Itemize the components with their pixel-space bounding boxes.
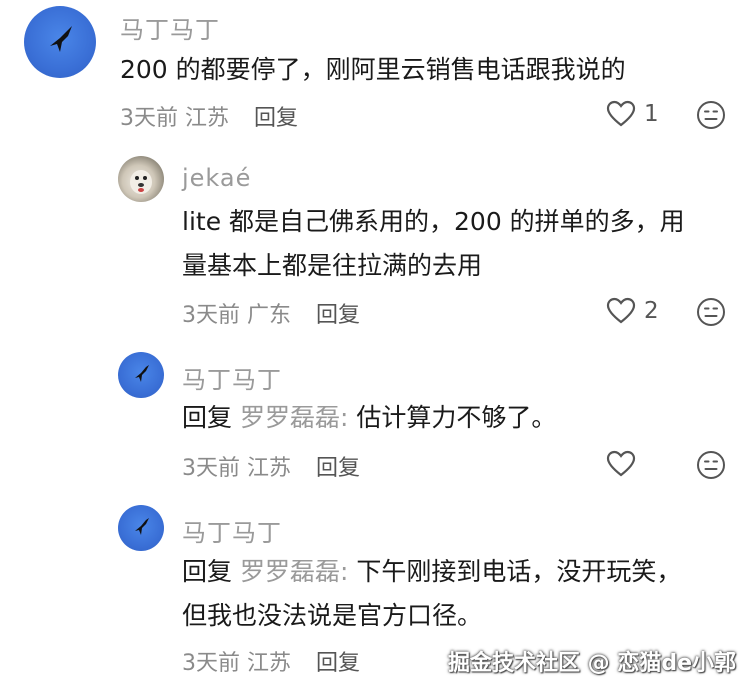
emoji-button[interactable] <box>696 100 726 130</box>
comment-meta: 3天前 江苏 回复 <box>120 100 298 132</box>
reply-prefix: 回复 <box>182 557 233 586</box>
comment-text-line: 回复 罗罗磊磊: 估计算力不够了。 <box>182 396 556 440</box>
like-button[interactable] <box>606 450 644 478</box>
comment-meta: 3天前 广东 回复 <box>182 297 360 329</box>
comment-text-line: 回复 罗罗磊磊: 下午刚接到电话，没开玩笑， <box>182 550 681 594</box>
comment-text-line: lite 都是自己佛系用的，200 的拼单的多，用 <box>182 207 685 236</box>
reply-button[interactable]: 回复 <box>316 303 360 328</box>
watermark: 掘金技术社区 @ 恋猫de小郭 <box>448 651 736 676</box>
comment-date: 3天前 <box>182 456 240 481</box>
comment-text: 回复 罗罗磊磊: 下午刚接到电话，没开玩笑， 但我也没法说是官方口径。 <box>182 550 681 638</box>
comment-text: 回复 罗罗磊磊: 估计算力不够了。 <box>182 396 556 440</box>
bird-icon <box>135 365 149 382</box>
bird-icon <box>50 26 72 52</box>
comment-date: 3天前 <box>182 303 240 328</box>
heart-icon <box>606 100 636 127</box>
comment-location: 江苏 <box>185 106 230 131</box>
reply-button[interactable]: 回复 <box>316 651 360 676</box>
reply-button[interactable]: 回复 <box>254 106 298 131</box>
comment-author[interactable]: 马丁马丁 <box>182 360 282 395</box>
emoji-icon <box>697 298 725 326</box>
dog-icon <box>130 170 152 194</box>
heart-icon <box>606 297 636 324</box>
comment-location: 江苏 <box>247 456 292 481</box>
comment-author[interactable]: jekaé <box>182 164 251 192</box>
comment-location: 江苏 <box>247 651 292 676</box>
avatar[interactable] <box>24 6 96 78</box>
reply-to-user[interactable]: 罗罗磊磊: <box>240 403 348 432</box>
comment-text-line: 200 的都要停了，刚阿里云销售电话跟我说的 <box>120 55 626 84</box>
comment-author[interactable]: 马丁马丁 <box>182 513 282 548</box>
comment-meta: 3天前 江苏 回复 <box>182 645 360 677</box>
comment-text: lite 都是自己佛系用的，200 的拼单的多，用 量基本上都是往拉满的去用 <box>182 200 685 288</box>
reply-to-user[interactable]: 罗罗磊磊: <box>240 557 348 586</box>
like-button[interactable]: 1 <box>606 100 659 128</box>
emoji-icon <box>697 101 725 129</box>
like-count: 1 <box>644 101 659 127</box>
emoji-button[interactable] <box>696 297 726 327</box>
like-count: 2 <box>644 298 659 324</box>
comment-text-line: 但我也没法说是官方口径。 <box>182 601 483 630</box>
comment-date: 3天前 <box>120 106 178 131</box>
avatar[interactable] <box>118 505 164 551</box>
comment-meta: 3天前 江苏 回复 <box>182 450 360 482</box>
like-button[interactable]: 2 <box>606 297 659 325</box>
comment-text-line: 量基本上都是往拉满的去用 <box>182 251 483 280</box>
avatar[interactable] <box>118 352 164 398</box>
emoji-button[interactable] <box>696 450 726 480</box>
comment-date: 3天前 <box>182 651 240 676</box>
reply-button[interactable]: 回复 <box>316 456 360 481</box>
comment-author[interactable]: 马丁马丁 <box>120 10 220 45</box>
comment-text: 200 的都要停了，刚阿里云销售电话跟我说的 <box>120 48 626 92</box>
bird-icon <box>135 518 149 535</box>
comment-text-content: 下午刚接到电话，没开玩笑， <box>348 557 682 586</box>
comment-text-content: 估计算力不够了。 <box>348 403 557 432</box>
heart-icon <box>606 450 636 477</box>
comment-location: 广东 <box>247 303 292 328</box>
emoji-icon <box>697 451 725 479</box>
reply-prefix: 回复 <box>182 403 233 432</box>
avatar[interactable] <box>118 156 164 202</box>
